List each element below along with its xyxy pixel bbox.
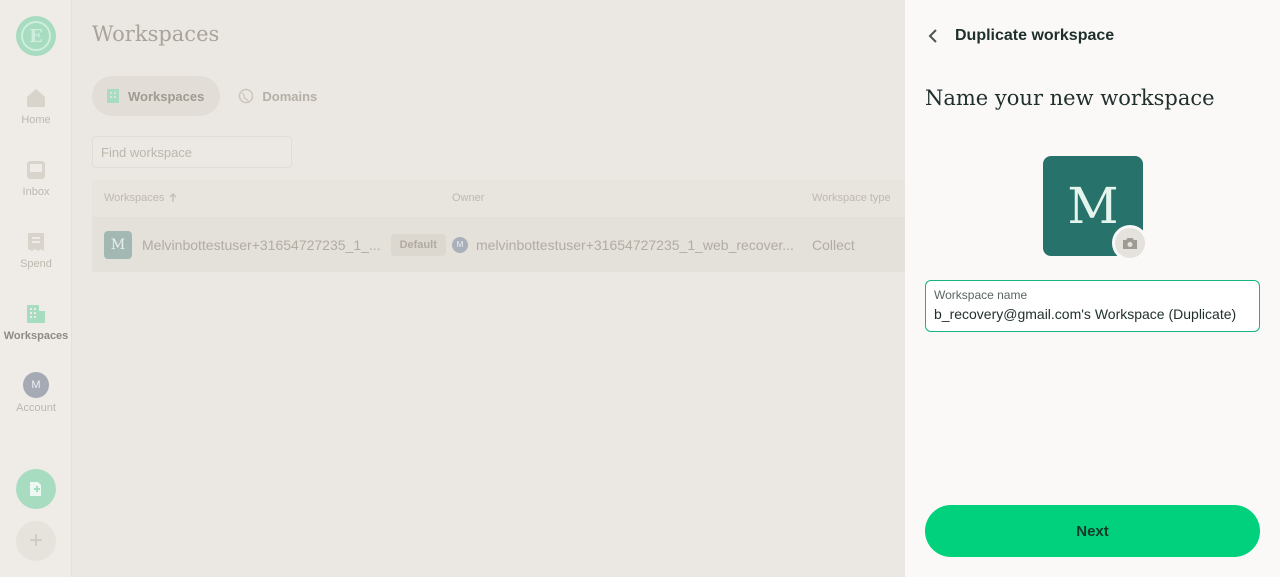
back-button[interactable]	[925, 24, 941, 48]
workspace-name-input[interactable]	[934, 306, 1251, 322]
nav-label-inbox: Inbox	[22, 186, 50, 198]
nav-label-home: Home	[21, 114, 51, 126]
avatar: M	[23, 372, 49, 398]
nav-label-account: Account	[16, 402, 56, 414]
change-avatar-button[interactable]	[1112, 225, 1148, 261]
receipt-icon	[24, 230, 48, 254]
panel-header: Duplicate workspace	[925, 24, 1114, 48]
nav-item-account[interactable]: M Account	[0, 372, 72, 414]
column-header-type[interactable]: Workspace type	[812, 192, 905, 204]
nav-item-home[interactable]: Home	[0, 86, 72, 126]
side-nav: E Home Inbox Spend Workspaces M Account …	[0, 0, 72, 577]
search-input[interactable]: Find workspace	[92, 136, 292, 168]
document-plus-icon	[30, 482, 41, 496]
workspace-name: Melvinbottestuser+31654727235_1_...	[142, 236, 381, 253]
panel-heading: Name your new workspace	[925, 86, 1215, 110]
next-button[interactable]: Next	[925, 505, 1260, 557]
workspace-name-label: Workspace name	[934, 288, 1028, 302]
new-request-button[interactable]	[16, 469, 56, 509]
owner-email: melvinbottestuser+31654727235_1_web_reco…	[476, 236, 794, 253]
camera-icon	[1123, 238, 1137, 249]
tab-domains-label: Domains	[262, 88, 318, 104]
workspace-avatar: M	[104, 230, 132, 259]
column-label: Workspaces	[104, 192, 165, 204]
nav-label-spend: Spend	[20, 258, 52, 270]
duplicate-workspace-panel: Duplicate workspace Name your new worksp…	[905, 0, 1280, 577]
home-icon	[24, 86, 48, 110]
globe-icon	[239, 88, 254, 104]
owner-cell: M melvinbottestuser+31654727235_1_web_re…	[452, 236, 812, 253]
workspace-type: Collect	[812, 236, 855, 253]
tab-workspaces[interactable]: Workspaces	[92, 76, 221, 116]
building-icon	[24, 302, 48, 326]
logo[interactable]: E	[16, 16, 56, 56]
table-row[interactable]: M Melvinbottestuser+31654727235_1_... De…	[92, 216, 905, 272]
nav-item-workspaces[interactable]: Workspaces	[0, 302, 72, 342]
tabs: Workspaces Domains	[92, 76, 333, 116]
default-badge: Default	[390, 233, 446, 256]
column-header-owner[interactable]: Owner	[452, 192, 812, 204]
chevron-left-icon	[928, 29, 937, 43]
column-header-workspaces[interactable]: Workspaces	[92, 192, 452, 204]
plus-icon: +	[28, 527, 43, 554]
page-title: Workspaces	[92, 22, 220, 46]
owner-avatar: M	[452, 236, 468, 253]
table-header: Workspaces Owner Workspace type	[92, 180, 905, 216]
nav-item-inbox[interactable]: Inbox	[0, 158, 72, 198]
workspace-name-field[interactable]: Workspace name	[925, 280, 1260, 332]
logo-letter: E	[21, 21, 51, 51]
nav-item-spend[interactable]: Spend	[0, 230, 72, 270]
main-content: Workspaces Workspaces Domains Find works…	[72, 0, 905, 577]
add-button[interactable]: +	[16, 521, 56, 561]
building-icon	[107, 89, 119, 103]
tab-domains[interactable]: Domains	[224, 76, 333, 116]
nav-label-workspaces: Workspaces	[3, 330, 69, 342]
inbox-icon	[24, 158, 48, 182]
workspaces-table: Workspaces Owner Workspace type M Melvin…	[92, 180, 905, 272]
workspace-cell: M Melvinbottestuser+31654727235_1_... De…	[92, 230, 452, 259]
tab-workspaces-label: Workspaces	[128, 88, 205, 104]
arrow-up-icon	[169, 193, 177, 202]
panel-title: Duplicate workspace	[955, 27, 1115, 44]
